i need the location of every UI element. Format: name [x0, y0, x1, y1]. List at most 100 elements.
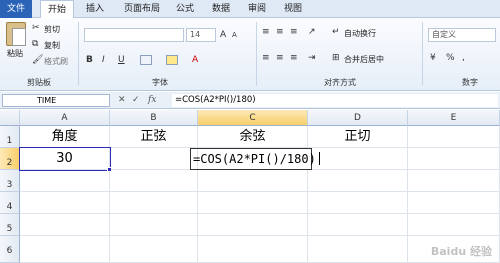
watermark: Baidu 经验 [430, 245, 492, 258]
currency-icon[interactable]: ¥ [430, 52, 436, 64]
copy-icon[interactable]: ⧉ [32, 38, 38, 50]
merge-center-button[interactable]: 合并后居中 [344, 54, 384, 65]
indent-icon[interactable]: ⇥ [308, 52, 316, 64]
paste-icon[interactable] [6, 22, 26, 46]
cell-c6[interactable] [198, 236, 308, 263]
separator [78, 22, 79, 86]
cell-c1[interactable]: 余弦 [198, 126, 308, 148]
merge-icon[interactable]: ⊞ [332, 52, 340, 64]
cell-b6[interactable] [110, 236, 198, 263]
reference-handle[interactable] [107, 167, 112, 172]
tab-formulas[interactable]: 公式 [170, 0, 200, 18]
cell-c2-formula: =COS(A2*PI()/180) [193, 152, 316, 166]
name-box[interactable]: TIME [2, 94, 110, 107]
comma-icon[interactable]: , [462, 52, 465, 64]
tab-home[interactable]: 开始 [40, 0, 74, 19]
paste-button[interactable]: 粘贴 [7, 48, 23, 59]
font-name-combo[interactable] [84, 28, 184, 42]
cut-icon[interactable]: ✂ [32, 22, 40, 34]
align-bottom-icon[interactable]: ≡ [290, 26, 298, 38]
alignment-group-label: 对齐方式 [324, 78, 356, 87]
cell-e4[interactable] [408, 192, 500, 214]
row-header-3[interactable]: 3 [0, 170, 20, 192]
select-all-corner[interactable] [0, 110, 20, 126]
column-header-a[interactable]: A [20, 110, 110, 126]
cell-d4[interactable] [308, 192, 408, 214]
cell-d1[interactable]: 正切 [308, 126, 408, 148]
row-header-5[interactable]: 5 [0, 214, 20, 236]
number-group-label: 数字 [462, 78, 478, 87]
cell-a3[interactable] [20, 170, 110, 192]
column-header-b[interactable]: B [110, 110, 198, 126]
formula-input[interactable]: =COS(A2*PI()/180) [172, 94, 498, 107]
percent-icon[interactable]: % [446, 52, 455, 64]
shrink-font-icon[interactable]: A [232, 29, 237, 41]
tab-review[interactable]: 审阅 [242, 0, 272, 18]
text-caret [318, 152, 320, 165]
cell-d5[interactable] [308, 214, 408, 236]
formula-bar: TIME ✕ ✓ fx =COS(A2*PI()/180) [0, 92, 500, 109]
cell-b3[interactable] [110, 170, 198, 192]
copy-button[interactable]: 复制 [44, 40, 60, 51]
column-header-c[interactable]: C [198, 110, 308, 126]
wrap-text-icon[interactable]: ↵ [332, 26, 340, 38]
row-header-2[interactable]: 2 [0, 148, 20, 170]
tab-view[interactable]: 视图 [278, 0, 308, 18]
row-header-1[interactable]: 1 [0, 126, 20, 148]
italic-icon[interactable]: I [102, 54, 105, 66]
cell-d6[interactable] [308, 236, 408, 263]
separator [256, 22, 257, 86]
cut-button[interactable]: 剪切 [44, 24, 60, 35]
borders-icon[interactable] [140, 55, 152, 65]
row-header-6[interactable]: 6 [0, 236, 20, 263]
align-center-icon[interactable]: ≡ [276, 52, 284, 64]
underline-icon[interactable]: U [118, 54, 125, 66]
fill-color-icon[interactable] [166, 55, 178, 65]
clipboard-group-label: 剪贴板 [27, 78, 51, 87]
cell-a4[interactable] [20, 192, 110, 214]
orientation-icon[interactable]: ↗ [308, 26, 316, 38]
cell-b2[interactable] [110, 148, 198, 170]
cell-d2[interactable] [308, 148, 408, 170]
tab-file[interactable]: 文件 [0, 0, 32, 18]
tab-data[interactable]: 数据 [206, 0, 236, 18]
cell-c2-editing[interactable]: =COS(A2*PI()/180) [190, 148, 320, 170]
align-middle-icon[interactable]: ≡ [276, 26, 284, 38]
align-left-icon[interactable]: ≡ [262, 52, 270, 64]
tab-page-layout[interactable]: 页面布局 [118, 0, 166, 18]
cell-e1[interactable] [408, 126, 500, 148]
cell-c5[interactable] [198, 214, 308, 236]
grow-font-icon[interactable]: A [220, 29, 226, 41]
tab-insert[interactable]: 插入 [80, 0, 110, 18]
cell-e3[interactable] [408, 170, 500, 192]
cell-a1[interactable]: 角度 [20, 126, 110, 148]
cell-b1[interactable]: 正弦 [110, 126, 198, 148]
cell-b5[interactable] [110, 214, 198, 236]
align-top-icon[interactable]: ≡ [262, 26, 270, 38]
cell-a6[interactable] [20, 236, 110, 263]
font-size-combo[interactable]: 14 [186, 28, 216, 42]
cell-c3[interactable] [198, 170, 308, 192]
number-format-combo[interactable]: 自定义 [428, 28, 496, 42]
insert-function-icon[interactable]: fx [148, 94, 156, 107]
font-color-icon[interactable]: A [192, 54, 198, 66]
format-painter-icon[interactable]: 🖌 [32, 54, 43, 66]
cell-b4[interactable] [110, 192, 198, 214]
align-right-icon[interactable]: ≡ [290, 52, 298, 64]
bold-icon[interactable]: B [86, 54, 93, 66]
cancel-icon[interactable]: ✕ [118, 94, 126, 107]
cell-e2[interactable] [408, 148, 500, 170]
column-header-e[interactable]: E [408, 110, 500, 126]
column-header-d[interactable]: D [308, 110, 408, 126]
cell-c4[interactable] [198, 192, 308, 214]
row-header-4[interactable]: 4 [0, 192, 20, 214]
ribbon-tabs: 文件 开始 插入 页面布局 公式 数据 审阅 视图 [0, 0, 500, 19]
ribbon: 粘贴 ✂ 剪切 ⧉ 复制 🖌 格式刷 剪贴板 14 A A B I U A 字体… [0, 18, 500, 91]
enter-icon[interactable]: ✓ [132, 94, 140, 107]
cell-d3[interactable] [308, 170, 408, 192]
font-group-label: 字体 [152, 78, 168, 87]
cell-e5[interactable] [408, 214, 500, 236]
cell-a5[interactable] [20, 214, 110, 236]
wrap-text-button[interactable]: 自动换行 [344, 28, 376, 39]
format-painter-button[interactable]: 格式刷 [44, 56, 68, 67]
